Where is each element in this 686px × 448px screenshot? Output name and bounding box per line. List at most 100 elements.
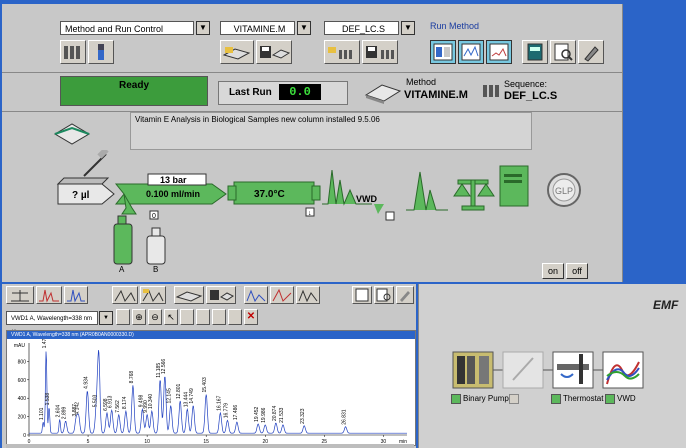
peak-label: 8.768: [129, 371, 135, 384]
view-select[interactable]: Method and Run Control: [60, 21, 194, 35]
balance-tool-icon[interactable]: [6, 286, 34, 304]
chromatogram-window: VWD1 A, Wavelength=338 nm (A ▼ ⊕ ⊖ ↖ ✕ V…: [2, 284, 416, 448]
save-sequence-icon[interactable]: [362, 40, 398, 64]
sequence-icon: [482, 83, 502, 102]
toolbar: Method and Run Control ▼ VITAMINE.M ▼ DE…: [2, 4, 622, 73]
peak-label: 5.503: [92, 395, 98, 408]
signal-select[interactable]: VWD1 A, Wavelength=338 nm (A: [6, 311, 98, 336]
select-arrow-icon[interactable]: ↖: [164, 309, 178, 325]
report-icon[interactable]: [499, 165, 529, 207]
sequence-label: Sequence:: [504, 79, 548, 89]
peak-label: 16.779: [223, 403, 229, 419]
report-view-icon[interactable]: [486, 40, 512, 64]
y-tick-label: 0: [23, 433, 26, 439]
solvent-bottle-b[interactable]: [146, 227, 166, 265]
balance-icon[interactable]: [453, 179, 495, 211]
load-sequence-icon[interactable]: [324, 40, 360, 64]
y-tick-label: 800: [18, 359, 27, 365]
peak-label: 1.101: [39, 407, 45, 420]
autosampler-module-icon[interactable]: [502, 351, 544, 389]
off-button[interactable]: off: [566, 263, 588, 279]
thermostat-module-icon[interactable]: [552, 351, 594, 389]
open-data-icon[interactable]: [174, 286, 204, 304]
method-comment: Vitamin E Analysis in Biological Samples…: [130, 112, 532, 150]
signal-options-icon[interactable]: [116, 309, 130, 325]
last-run-label: Last Run: [229, 87, 272, 98]
peak-label: 14.749: [189, 388, 195, 404]
zoom-out-icon[interactable]: ⊖: [148, 309, 162, 325]
peak-label: 17.486: [233, 405, 239, 421]
peak-label: 12.801: [176, 383, 182, 399]
library-icon[interactable]: [296, 286, 320, 304]
method-select-arrow[interactable]: ▼: [297, 21, 311, 35]
data-analysis-icon[interactable]: [406, 171, 448, 211]
vwd-module-icon[interactable]: [602, 351, 644, 389]
peak-label: 21.533: [279, 407, 285, 423]
module-chain: [452, 351, 644, 389]
column-temperature: 37.0°C: [254, 189, 285, 200]
peak-label: 10.340: [148, 394, 154, 410]
calibrate-icon[interactable]: [140, 286, 166, 304]
draw-baseline-icon[interactable]: [228, 309, 242, 325]
peak-tool-icon[interactable]: [180, 309, 194, 325]
binary-pump-module-icon[interactable]: [452, 351, 494, 389]
single-vial-icon[interactable]: [88, 40, 114, 64]
tools-icon[interactable]: [578, 40, 604, 64]
autosampler-status: [509, 394, 519, 404]
zoom-in-icon[interactable]: ⊕: [132, 309, 146, 325]
thermostat-status: [551, 394, 561, 404]
spectra-icon[interactable]: [244, 286, 268, 304]
method-select[interactable]: VITAMINE.M: [220, 21, 295, 35]
chrom-view-icon[interactable]: [64, 286, 88, 304]
vials-icon[interactable]: [60, 40, 86, 64]
peak-purity-icon[interactable]: [270, 286, 294, 304]
on-button[interactable]: on: [542, 263, 564, 279]
data-toolbar: [2, 284, 416, 306]
instrument-diagram: ? µl 13 bar 0.100 ml/min 0 A B 37.0°C ↓ …: [56, 150, 581, 274]
solvent-bottle-a[interactable]: [113, 215, 133, 265]
save-data-icon[interactable]: [206, 286, 236, 304]
chart-scrollbar[interactable]: [6, 444, 414, 448]
chromatogram-chart[interactable]: 02004006008000 5 10 15 20 25 30mAUmin1.1011.47…: [7, 339, 415, 445]
preview-icon[interactable]: [550, 40, 576, 64]
vwd-status: [605, 394, 615, 404]
method-book-icon[interactable]: [364, 77, 402, 108]
run-method-view-icon[interactable]: [430, 40, 456, 64]
sequence-select-arrow[interactable]: ▼: [401, 21, 415, 35]
report-layout-icon[interactable]: [352, 286, 372, 304]
injection-volume: ? µl: [72, 190, 90, 201]
load-method-icon[interactable]: [220, 40, 254, 64]
save-method-icon[interactable]: [256, 40, 292, 64]
chromatogram-panel: VWD1 A, Wavelength=338 nm (APR0B0AN00003…: [6, 330, 416, 446]
book-icon[interactable]: [522, 40, 548, 64]
integrate-icon[interactable]: [112, 286, 138, 304]
peak-label: 2.899: [62, 406, 68, 419]
peak-label: 1.538: [45, 393, 51, 406]
peak-label: 4.142: [75, 402, 81, 415]
glp-label: GLP: [555, 186, 573, 196]
peak-label: 12.566: [161, 359, 167, 375]
signal-select-arrow[interactable]: ▼: [99, 311, 113, 325]
y-tick-label: 600: [18, 378, 27, 384]
svg-text:0: 0: [152, 213, 156, 220]
settings-tool-icon[interactable]: [396, 286, 414, 304]
peak-label: 15.403: [202, 377, 208, 393]
method-book-open-icon[interactable]: [52, 116, 92, 149]
peak-label: 16.167: [216, 395, 222, 411]
delete-peak-icon[interactable]: ✕: [244, 309, 258, 325]
binary-pump-status: [451, 394, 461, 404]
chrom-overlay-icon[interactable]: [36, 286, 62, 304]
view-select-arrow[interactable]: ▼: [196, 21, 210, 35]
data-view-icon[interactable]: [458, 40, 484, 64]
method-label: Method: [406, 77, 437, 87]
peak-label: 4.934: [83, 376, 89, 389]
instrument-status-panel: EMF Binary Pump Thermostat VWD: [418, 284, 686, 448]
baseline-tool-icon[interactable]: [196, 309, 210, 325]
peak-label: 6.913: [108, 395, 114, 408]
print-preview-icon[interactable]: [374, 286, 394, 304]
detector-vwd[interactable]: [322, 169, 384, 214]
sequence-select[interactable]: DEF_LC.S: [324, 21, 399, 35]
split-peak-icon[interactable]: [212, 309, 226, 325]
peak-label: 8.174: [122, 396, 128, 409]
detector-label: VWD: [356, 194, 377, 204]
